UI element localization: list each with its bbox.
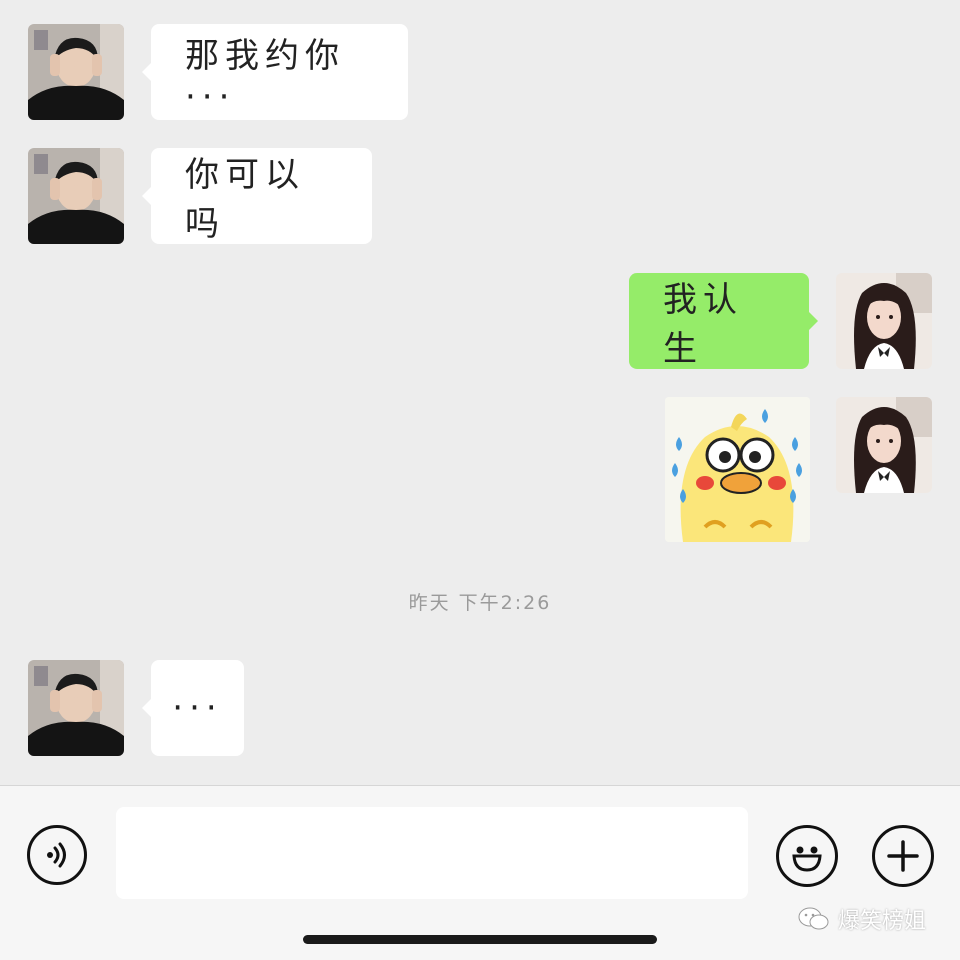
voice-icon: [47, 842, 66, 868]
wechat-official-account-icon: [798, 907, 829, 930]
crying-yellow-duck-sticker: [665, 397, 810, 542]
my-avatar[interactable]: [836, 397, 932, 493]
contact-avatar-image: [28, 660, 124, 756]
message-text: 那我约你···: [185, 35, 345, 117]
emoji-button[interactable]: [776, 825, 838, 887]
contact-avatar[interactable]: [28, 24, 124, 120]
contact-avatar-image: [28, 148, 124, 244]
plus-icon: [887, 840, 919, 872]
chat-message-area[interactable]: 那我约你··· 你可以吗 我认生 昨天 下午2:26 ···: [0, 0, 960, 785]
contact-avatar[interactable]: [28, 148, 124, 244]
home-indicator[interactable]: [303, 935, 657, 944]
message-text: 你可以吗: [185, 155, 305, 244]
my-avatar-image: [836, 273, 932, 369]
watermark-text: 爆笑榜姐: [837, 909, 926, 934]
duck-sticker[interactable]: [665, 397, 810, 542]
contact-avatar[interactable]: [28, 660, 124, 756]
message-input[interactable]: [116, 807, 748, 899]
emoji-icon: [792, 846, 822, 872]
my-avatar[interactable]: [836, 273, 932, 369]
voice-button[interactable]: [27, 825, 87, 885]
message-bubble[interactable]: 你可以吗: [142, 148, 372, 244]
message-text: 我认生: [663, 280, 743, 369]
chat-input-bar: 爆笑榜姐: [0, 785, 960, 960]
message-bubble[interactable]: ···: [142, 660, 244, 756]
message-timestamp: 昨天 下午2:26: [408, 592, 552, 614]
plus-button[interactable]: [872, 825, 934, 887]
my-message-bubble[interactable]: 我认生: [629, 273, 818, 369]
my-avatar-image: [836, 397, 932, 493]
message-text: ···: [172, 688, 223, 728]
contact-avatar-image: [28, 24, 124, 120]
message-bubble[interactable]: 那我约你···: [142, 24, 408, 120]
watermark: 爆笑榜姐: [798, 903, 926, 935]
